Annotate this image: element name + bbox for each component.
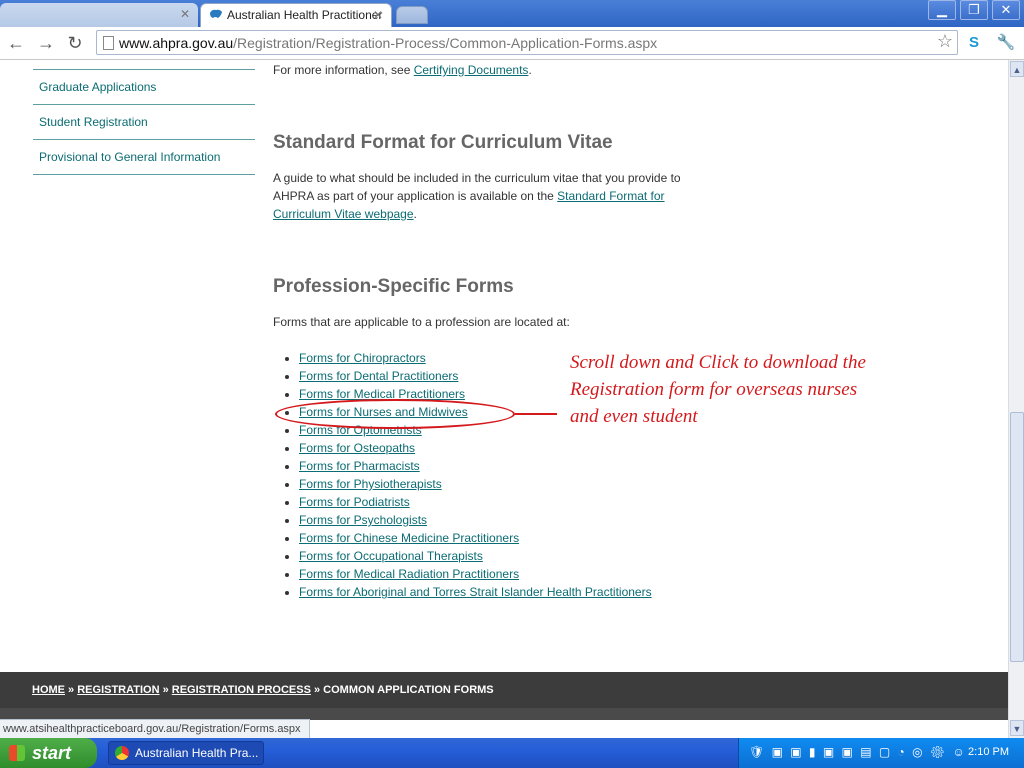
forms-psychologists-link[interactable]: Forms for Psychologists <box>299 513 427 527</box>
annotation-note: Scroll down and Click to download the Re… <box>570 352 866 427</box>
breadcrumb-process-link[interactable]: REGISTRATION PROCESS <box>172 684 311 696</box>
taskbar-item-label: Australian Health Pra... <box>135 746 259 760</box>
wrench-icon[interactable]: 🔧 <box>996 33 1016 53</box>
highlight-ellipse <box>275 399 515 429</box>
window-controls: ▁ ❐ ✕ <box>924 0 1020 20</box>
sidebar-item-student-registration[interactable]: Student Registration <box>33 104 255 139</box>
chrome-icon <box>115 746 129 760</box>
browser-toolbar: ← → ↻ www.ahpra.gov.au/Registration/Regi… <box>0 27 1024 60</box>
list-item: Forms for Podiatrists <box>299 493 652 511</box>
cv-format-link[interactable]: Standard Format for <box>557 189 664 203</box>
list-item: Forms for Chinese Medicine Practitioners <box>299 529 652 547</box>
page-viewport: Graduate Applications Student Registrati… <box>0 60 1008 720</box>
breadcrumb-registration-link[interactable]: REGISTRATION <box>77 684 159 696</box>
cv-description-line2: AHPRA as part of your application is ava… <box>273 189 665 203</box>
forms-occupational-therapists-link[interactable]: Forms for Occupational Therapists <box>299 549 483 563</box>
forms-physiotherapists-link[interactable]: Forms for Physiotherapists <box>299 477 442 491</box>
cv-description-line1: A guide to what should be included in th… <box>273 171 681 185</box>
back-arrow-icon[interactable]: ← <box>4 31 28 55</box>
forms-pharmacists-link[interactable]: Forms for Pharmacists <box>299 459 420 473</box>
forms-medical-radiation-link[interactable]: Forms for Medical Radiation Practitioner… <box>299 567 519 581</box>
tab-title: Australian Health Practitioner <box>227 8 383 22</box>
vertical-scrollbar[interactable]: ▲ ▼ <box>1008 60 1024 738</box>
annotation-pointer-line <box>515 413 557 415</box>
breadcrumb-home-link[interactable]: HOME <box>32 684 65 696</box>
tray-icons[interactable]: 🛡 ▣ ▣ ▮ ▣ ▣ ▤ ▢ ◔ ◎ ⚙ ☺ <box>749 745 967 759</box>
certifying-documents-link[interactable]: Certifying Documents <box>414 63 529 77</box>
list-item: Forms for Occupational Therapists <box>299 547 652 565</box>
tab-close-icon[interactable]: ✕ <box>180 3 190 25</box>
list-item: Forms for Physiotherapists <box>299 475 652 493</box>
taskbar-chrome-window[interactable]: Australian Health Pra... <box>108 741 264 765</box>
tab-close-icon[interactable]: ✕ <box>373 4 383 26</box>
address-url: www.ahpra.gov.au/Registration/Registrati… <box>119 35 658 51</box>
sidebar-item-graduate-applications[interactable]: Graduate Applications <box>33 69 255 104</box>
breadcrumb-current: COMMON APPLICATION FORMS <box>323 684 494 696</box>
sidebar-nav: Graduate Applications Student Registrati… <box>33 69 255 175</box>
forms-podiatrists-link[interactable]: Forms for Podiatrists <box>299 495 410 509</box>
list-item: Forms for Aboriginal and Torres Strait I… <box>299 583 652 601</box>
start-label: start <box>32 743 72 763</box>
skype-icon[interactable]: S <box>964 33 984 53</box>
status-bubble-url: www.atsihealthpracticeboard.gov.au/Regis… <box>0 719 310 739</box>
cv-description-line3: Curriculum Vitae webpage. <box>273 207 417 221</box>
browser-tab-bar: ✕ Australian Health Practitioner ✕ ▁ ❐ ✕ <box>0 0 1024 27</box>
list-item: Forms for Pharmacists <box>299 457 652 475</box>
windows-taskbar: start Australian Health Pra... 🛡 ▣ ▣ ▮ ▣… <box>0 738 1024 768</box>
browser-tab-inactive[interactable]: ✕ <box>0 3 198 27</box>
forms-heading: Profession-Specific Forms <box>273 276 514 297</box>
minimize-icon[interactable]: ▁ <box>928 0 956 20</box>
list-item: Forms for Psychologists <box>299 511 652 529</box>
browser-tab-active[interactable]: Australian Health Practitioner ✕ <box>200 3 392 27</box>
system-tray: 🛡 ▣ ▣ ▮ ▣ ▣ ▤ ▢ ◔ ◎ ⚙ ☺ 2:10 PM <box>738 738 1024 768</box>
cv-heading: Standard Format for Curriculum Vitae <box>273 132 613 153</box>
list-item: Forms for Medical Radiation Practitioner… <box>299 565 652 583</box>
clock: 2:10 PM <box>968 746 1009 758</box>
more-info-text: For more information, see Certifying Doc… <box>273 63 532 77</box>
forward-arrow-icon[interactable]: → <box>34 31 58 55</box>
forms-chinese-medicine-link[interactable]: Forms for Chinese Medicine Practitioners <box>299 531 519 545</box>
ahpra-favicon-icon <box>209 5 223 18</box>
scrollbar-thumb[interactable] <box>1010 412 1024 662</box>
scroll-down-icon[interactable]: ▼ <box>1010 720 1024 736</box>
cv-webpage-link[interactable]: Curriculum Vitae webpage <box>273 207 414 221</box>
sidebar-item-provisional-to-general[interactable]: Provisional to General Information <box>33 139 255 175</box>
scroll-up-icon[interactable]: ▲ <box>1010 61 1024 77</box>
windows-flag-icon <box>9 745 25 761</box>
forms-intro: Forms that are applicable to a professio… <box>273 315 570 329</box>
list-item: Forms for Osteopaths <box>299 439 652 457</box>
forms-aboriginal-torres-link[interactable]: Forms for Aboriginal and Torres Strait I… <box>299 585 652 599</box>
new-tab-button[interactable] <box>396 6 428 24</box>
breadcrumb: HOME » REGISTRATION » REGISTRATION PROCE… <box>32 684 494 696</box>
start-button[interactable]: start <box>0 738 97 768</box>
page-icon <box>103 36 114 50</box>
reload-icon[interactable]: ↻ <box>63 31 87 55</box>
forms-dental-link[interactable]: Forms for Dental Practitioners <box>299 369 458 383</box>
address-bar[interactable]: www.ahpra.gov.au/Registration/Registrati… <box>96 30 958 55</box>
close-window-icon[interactable]: ✕ <box>992 0 1020 20</box>
forms-osteopaths-link[interactable]: Forms for Osteopaths <box>299 441 415 455</box>
forms-chiropractors-link[interactable]: Forms for Chiropractors <box>299 351 426 365</box>
restore-icon[interactable]: ❐ <box>960 0 988 20</box>
bookmark-star-icon[interactable]: ☆ <box>937 31 953 52</box>
